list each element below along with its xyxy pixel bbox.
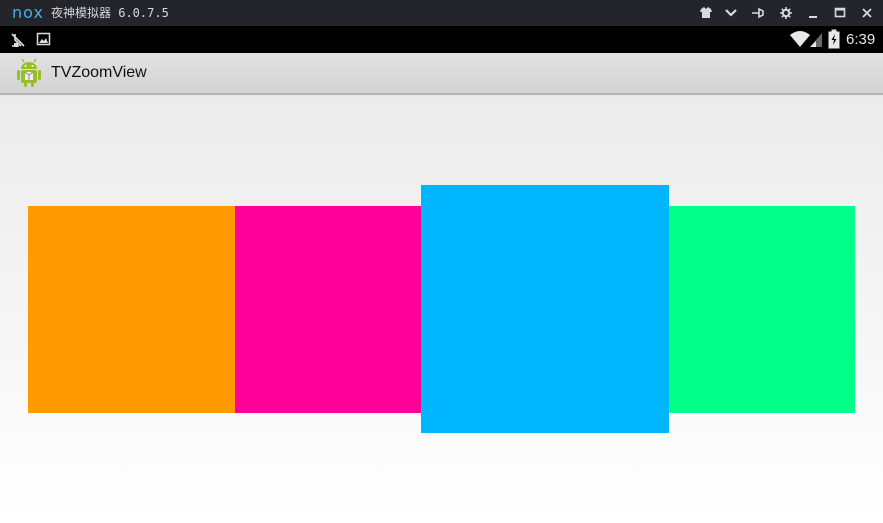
tile-magenta[interactable] xyxy=(235,206,421,413)
debug-icon xyxy=(9,31,27,53)
action-bar: TVZoomView xyxy=(0,53,883,95)
battery-icon xyxy=(828,29,840,53)
minimize-icon[interactable] xyxy=(804,4,822,22)
android-app-icon[interactable] xyxy=(15,57,43,89)
maximize-icon[interactable] xyxy=(831,4,849,22)
status-time: 6:39 xyxy=(846,31,876,48)
screenshot-icon xyxy=(36,31,52,51)
signal-icon xyxy=(809,30,823,52)
tile-blue-focused[interactable] xyxy=(421,185,669,433)
close-icon[interactable] xyxy=(858,4,876,22)
pin-icon[interactable] xyxy=(749,4,767,22)
chevron-down-icon[interactable] xyxy=(722,4,740,22)
shirt-icon[interactable] xyxy=(697,4,715,22)
tile-orange[interactable] xyxy=(28,206,235,413)
emulator-title-bar: nox 夜神模拟器 6.0.7.5 xyxy=(0,0,883,26)
nox-logo: nox xyxy=(12,3,44,22)
status-bar: 6:39 xyxy=(0,26,883,53)
tv-zoom-content xyxy=(0,95,883,523)
tile-green[interactable] xyxy=(669,206,855,413)
emulator-title: 夜神模拟器 6.0.7.5 xyxy=(51,6,169,20)
wifi-icon xyxy=(789,30,811,52)
gear-icon[interactable] xyxy=(777,4,795,22)
app-title: TVZoomView xyxy=(51,64,147,81)
